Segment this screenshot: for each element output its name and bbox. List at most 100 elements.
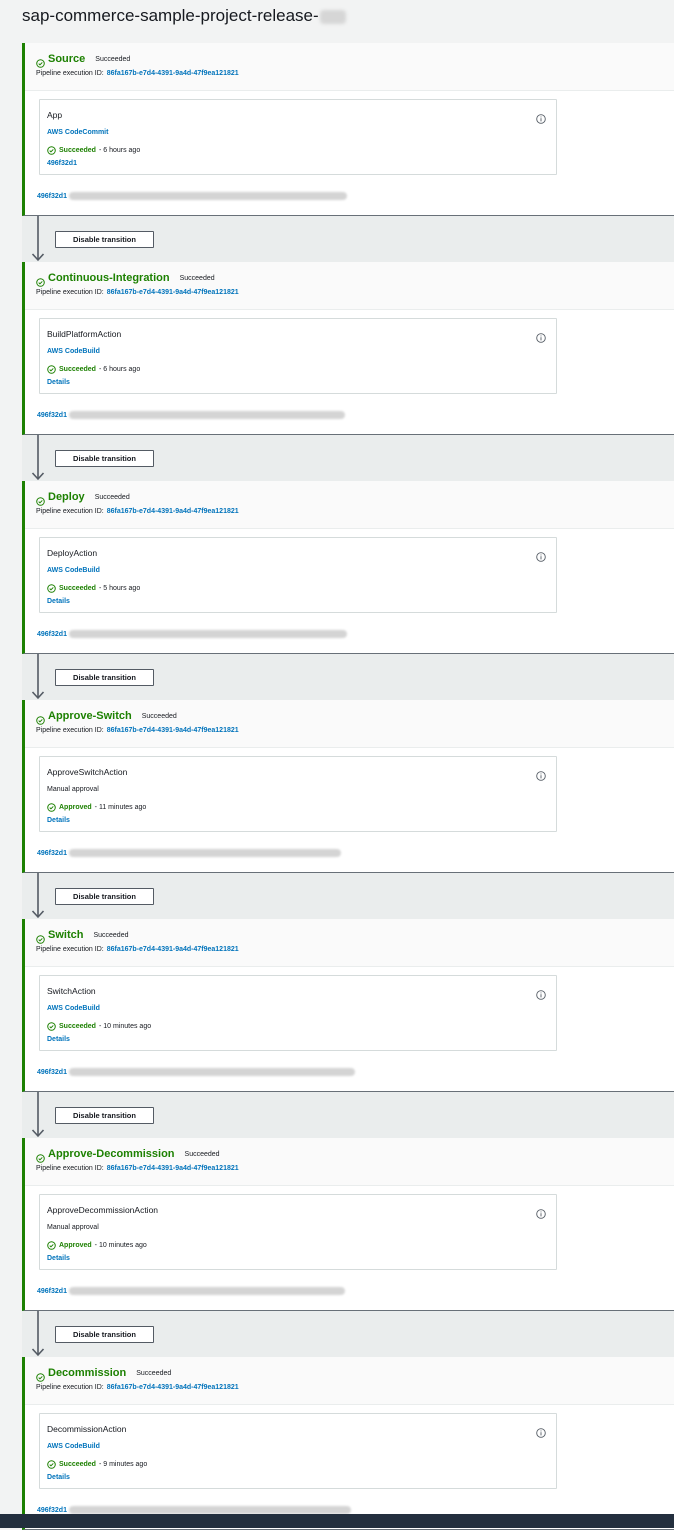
action-details-link[interactable]: Details (47, 379, 70, 386)
disable-transition-button[interactable]: Disable transition (55, 1107, 154, 1124)
action-details-link[interactable]: Details (47, 817, 70, 824)
execution-id-link[interactable]: 86fa167b-e7d4-4391-9a4d-47f9ea121821 (107, 1165, 239, 1172)
stage-name: Approve-Switch (48, 710, 132, 722)
stage-status: Succeeded (94, 493, 130, 501)
stage-status: Succeeded (179, 274, 215, 282)
execution-id-row: Pipeline execution ID: 86fa167b-e7d4-4391… (36, 70, 239, 77)
stage-continuous-integration: Continuous-Integration Succeeded Pipelin… (22, 262, 674, 435)
redacted-commit-message (68, 1506, 351, 1514)
action-status-row: Succeeded - 6 hours ago (47, 365, 140, 374)
stage-name: Decommission (48, 1367, 127, 1379)
execution-id-link[interactable]: 86fa167b-e7d4-4391-9a4d-47f9ea121821 (107, 508, 239, 515)
action-time: - 6 hours ago (98, 366, 141, 373)
execution-id-link[interactable]: 86fa167b-e7d4-4391-9a4d-47f9ea121821 (107, 946, 239, 953)
action-card: ApproveSwitchAction Manual approval Appr… (39, 756, 557, 832)
stage-header: Continuous-Integration Succeeded Pipelin… (25, 262, 674, 310)
disable-transition-button[interactable]: Disable transition (55, 231, 154, 248)
check-circle-icon (36, 1150, 45, 1163)
stage-name: Deploy (48, 491, 85, 503)
check-circle-icon (47, 1460, 56, 1469)
stage-header: Deploy Succeeded Pipeline execution ID: 8… (25, 481, 674, 529)
disable-transition-button[interactable]: Disable transition (55, 669, 154, 686)
stage-status: Succeeded (136, 1369, 172, 1377)
action-provider[interactable]: AWS CodeBuild (47, 567, 100, 574)
stage-switch: Switch Succeeded Pipeline execution ID: 8… (22, 919, 674, 1092)
check-circle-icon (36, 1369, 45, 1382)
action-status-row: Approved - 10 minutes ago (47, 1241, 147, 1250)
info-icon[interactable] (536, 330, 546, 343)
commit-row: 496f32d1 (37, 848, 341, 858)
commit-id-link[interactable]: 496f32d1 (37, 1288, 67, 1295)
disable-transition-button[interactable]: Disable transition (55, 450, 154, 467)
stage-decommission: Decommission Succeeded Pipeline executio… (22, 1357, 674, 1530)
check-circle-icon (36, 931, 45, 944)
execution-id-row: Pipeline execution ID: 86fa167b-e7d4-4391… (36, 1165, 239, 1172)
check-circle-icon (36, 712, 45, 725)
info-icon[interactable] (536, 1206, 546, 1219)
commit-id-link[interactable]: 496f32d1 (37, 1507, 67, 1514)
action-time: - 5 hours ago (98, 585, 141, 592)
action-time: - 6 hours ago (98, 147, 141, 154)
commit-id-link[interactable]: 496f32d1 (37, 1069, 67, 1076)
action-provider[interactable]: AWS CodeBuild (47, 348, 100, 355)
commit-id-link[interactable]: 496f32d1 (37, 193, 67, 200)
stage-title-row: Decommission Succeeded (36, 1366, 172, 1382)
action-provider[interactable]: AWS CodeBuild (47, 1443, 100, 1450)
execution-id-label: Pipeline execution ID: (36, 1384, 104, 1391)
info-icon[interactable] (536, 549, 546, 562)
redacted-commit-message (68, 1068, 355, 1076)
action-status: Succeeded (59, 147, 96, 154)
action-details-link[interactable]: Details (47, 598, 70, 605)
stage-header: Decommission Succeeded Pipeline executio… (25, 1357, 674, 1405)
execution-id-link[interactable]: 86fa167b-e7d4-4391-9a4d-47f9ea121821 (107, 289, 239, 296)
stage-title-row: Continuous-Integration Succeeded (36, 271, 215, 287)
action-provider[interactable]: AWS CodeCommit (47, 129, 108, 136)
stage-title-row: Deploy Succeeded (36, 490, 130, 506)
execution-id-link[interactable]: 86fa167b-e7d4-4391-9a4d-47f9ea121821 (107, 70, 239, 77)
execution-id-label: Pipeline execution ID: (36, 727, 104, 734)
action-card: ApproveDecommissionAction Manual approva… (39, 1194, 557, 1270)
action-details-link[interactable]: Details (47, 1474, 70, 1481)
execution-id-label: Pipeline execution ID: (36, 289, 104, 296)
stage-header: Approve-Decommission Succeeded Pipeline … (25, 1138, 674, 1186)
execution-id-label: Pipeline execution ID: (36, 946, 104, 953)
action-card: App AWS CodeCommit Succeeded - 6 hours a… (39, 99, 557, 175)
pipeline-view: Source Succeeded Pipeline execution ID: 8… (0, 0, 674, 1530)
disable-transition-button[interactable]: Disable transition (55, 1326, 154, 1343)
info-icon[interactable] (536, 987, 546, 1000)
action-name: DeployAction (47, 548, 98, 558)
commit-id-link[interactable]: 496f32d1 (37, 631, 67, 638)
info-icon[interactable] (536, 1425, 546, 1438)
arrow-down-icon (31, 873, 45, 919)
commit-id-link[interactable]: 496f32d1 (37, 412, 67, 419)
action-time-value: 11 minutes ago (98, 804, 147, 811)
action-time: - 11 minutes ago (94, 804, 147, 811)
disable-transition-button[interactable]: Disable transition (55, 888, 154, 905)
action-details-link[interactable]: Details (47, 1036, 70, 1043)
action-time-value: 5 hours ago (103, 585, 141, 592)
commit-row: 496f32d1 (37, 1286, 345, 1296)
action-name: ApproveSwitchAction (47, 767, 128, 777)
commit-id-link[interactable]: 496f32d1 (37, 850, 67, 857)
action-status: Succeeded (59, 366, 96, 373)
action-details-link[interactable]: 496f32d1 (47, 160, 77, 167)
execution-id-row: Pipeline execution ID: 86fa167b-e7d4-4391… (36, 289, 239, 296)
execution-id-link[interactable]: 86fa167b-e7d4-4391-9a4d-47f9ea121821 (107, 1384, 239, 1391)
stage-name: Approve-Decommission (48, 1148, 175, 1160)
check-circle-icon (47, 1241, 56, 1250)
action-details-link[interactable]: Details (47, 1255, 70, 1262)
execution-id-label: Pipeline execution ID: (36, 1165, 104, 1172)
action-provider[interactable]: AWS CodeBuild (47, 1005, 100, 1012)
stage-title-row: Switch Succeeded (36, 928, 128, 944)
action-time: - 10 minutes ago (98, 1023, 152, 1030)
action-provider: Manual approval (47, 1224, 99, 1231)
stage-name: Switch (48, 929, 84, 941)
execution-id-link[interactable]: 86fa167b-e7d4-4391-9a4d-47f9ea121821 (107, 727, 239, 734)
check-circle-icon (47, 1022, 56, 1031)
info-icon[interactable] (536, 768, 546, 781)
bottom-bar (0, 1514, 674, 1528)
action-name: ApproveDecommissionAction (47, 1205, 159, 1215)
action-card: DecommissionAction AWS CodeBuild Succeed… (39, 1413, 557, 1489)
info-icon[interactable] (536, 111, 546, 124)
action-card: BuildPlatformAction AWS CodeBuild Succee… (39, 318, 557, 394)
